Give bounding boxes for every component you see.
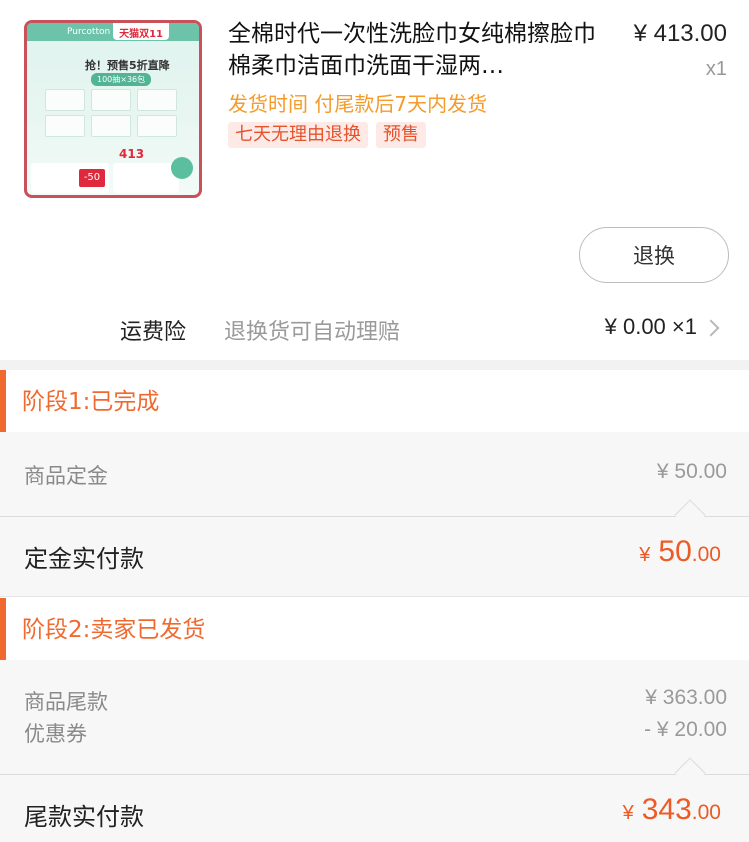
stage1-deposit-row: 商品定金 ¥ 50.00 (24, 460, 727, 490)
product-title[interactable]: 全棉时代一次性洗脸巾女纯棉擦脸巾棉柔巾洁面巾洗面干湿两… (228, 18, 602, 82)
deposit-paid-label: 定金实付款 (24, 545, 144, 573)
balance-paid-amount: ¥343.00 (623, 793, 721, 827)
stage2-coupon-row: 优惠券 - ¥ 20.00 (24, 718, 727, 748)
image-badge-circle (171, 157, 193, 179)
balance-value: ¥ 363.00 (645, 686, 727, 709)
insurance-price: ¥ 0.00 ×1 (604, 314, 697, 339)
coupon-label: 优惠券 (24, 722, 87, 746)
image-coupon-amount: -50 (79, 169, 105, 187)
coupon-value: - ¥ 20.00 (644, 718, 727, 741)
image-platform-badge: 天猫双11 (113, 23, 169, 40)
image-headline: 抢！预售5折直降 (85, 59, 170, 72)
product-tags: 七天无理由退换 预售 (228, 122, 426, 148)
stage1-details: 商品定金 ¥ 50.00 (0, 432, 749, 516)
balance-currency: ¥ (622, 802, 634, 824)
product-image[interactable]: Purcotton 全棉时代 天猫双11 抢！预售5折直降 100抽×36包 4… (24, 20, 202, 198)
section-separator (0, 360, 749, 370)
deposit-label: 商品定金 (24, 464, 108, 488)
image-coupon-secondary (113, 163, 179, 193)
balance-decimal: .00 (691, 801, 721, 824)
stage1-title: 阶段1:已完成 (22, 389, 160, 415)
chevron-right-icon (702, 319, 720, 337)
stage2-title: 阶段2:卖家已发货 (22, 617, 206, 643)
stage1-accent-bar (0, 370, 6, 432)
tag-seven-day-return: 七天无理由退换 (228, 122, 368, 148)
stage-divider (0, 596, 749, 597)
shipping-insurance-row[interactable]: 运费险 退换货可自动理赔 ¥ 0.00 ×1 (0, 304, 749, 356)
balance-paid-row: 尾款实付款 ¥343.00 (0, 757, 749, 842)
deposit-paid-row: 定金实付款 ¥50.00 (0, 499, 749, 596)
image-price: 413 (119, 147, 145, 161)
stage2-header: 阶段2:卖家已发货 (0, 598, 749, 660)
deposit-value: ¥ 50.00 (656, 460, 727, 483)
image-coupon: -50 (31, 163, 109, 193)
stage1-header: 阶段1:已完成 (0, 370, 749, 432)
balance-label: 商品尾款 (24, 690, 108, 714)
product-quantity: x1 (705, 58, 727, 80)
deposit-currency: ¥ (639, 544, 651, 566)
image-packs-illustration (45, 89, 181, 149)
deposit-integer: 50 (658, 535, 692, 568)
product-unit-price: ¥ 413.00 (633, 20, 727, 47)
image-pill: 100抽×36包 (91, 73, 152, 86)
insurance-label: 运费险 (120, 320, 187, 345)
insurance-description: 退换货可自动理赔 (224, 320, 401, 345)
balance-paid-label: 尾款实付款 (24, 803, 144, 831)
exchange-button[interactable]: 退换 (579, 227, 729, 283)
stage2-details: 商品尾款 ¥ 363.00 优惠券 - ¥ 20.00 (0, 660, 749, 774)
stage2-balance-row: 商品尾款 ¥ 363.00 (24, 686, 727, 716)
ship-time-text: 发货时间 付尾款后7天内发货 (228, 92, 488, 116)
deposit-decimal: .00 (691, 543, 721, 566)
stage2-accent-bar (0, 598, 6, 660)
balance-integer: 343 (641, 793, 692, 826)
deposit-paid-amount: ¥50.00 (639, 535, 721, 569)
tag-presale: 预售 (376, 122, 426, 148)
product-card[interactable]: Purcotton 全棉时代 天猫双11 抢！预售5折直降 100抽×36包 4… (0, 0, 749, 220)
